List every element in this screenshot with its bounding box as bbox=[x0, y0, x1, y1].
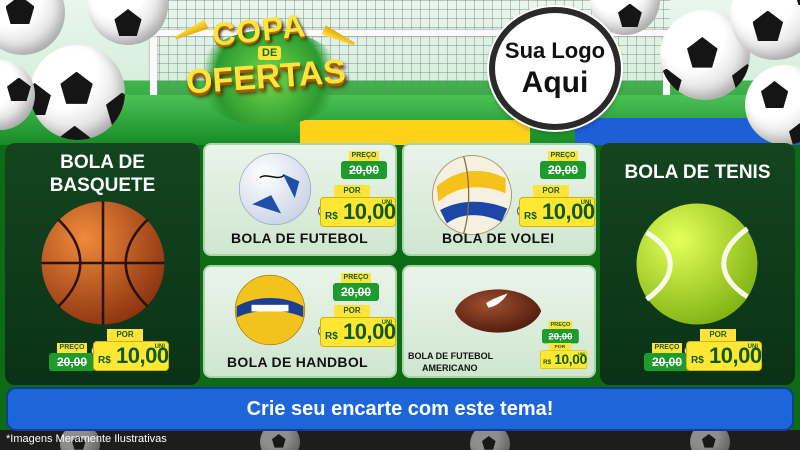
old-price-value: 20,00 bbox=[548, 330, 573, 342]
soccer-ball-icon bbox=[260, 430, 300, 450]
brand-logo-line1: Sua Logo bbox=[504, 37, 606, 63]
price-box: R$ 10,00 UNI bbox=[93, 341, 169, 371]
old-price: 20,00 bbox=[644, 353, 690, 371]
product-name: BOLA DE VOLEI bbox=[442, 230, 555, 246]
preco-label: PREÇO bbox=[652, 343, 682, 353]
por-label: POR bbox=[334, 305, 370, 317]
por-label: POR bbox=[548, 343, 571, 351]
price-box: R$ 10,00 UNI bbox=[320, 317, 396, 347]
soccer-ball-icon bbox=[238, 152, 312, 226]
price-box: R$ 10,00 UNI bbox=[686, 341, 762, 371]
price-tag: POR R$ 10,00 UNI bbox=[320, 305, 396, 349]
unit-label: UNI bbox=[578, 352, 585, 357]
soccer-ball-icon bbox=[0, 0, 65, 55]
product-name-line1: BOLA DE FUTEBOL bbox=[408, 351, 494, 361]
unit-label: UNI bbox=[580, 200, 591, 206]
product-name: BOLA DE HANDBOL bbox=[227, 354, 368, 370]
tennis-ball-icon bbox=[636, 203, 758, 325]
currency: R$ bbox=[325, 331, 338, 342]
old-price: 20,00 bbox=[333, 283, 379, 301]
currency: R$ bbox=[691, 355, 704, 366]
american-football-icon bbox=[454, 289, 542, 333]
price-box: R$ 10,00 UNI bbox=[320, 197, 396, 227]
old-price: 20,00 bbox=[540, 161, 586, 179]
product-name-line2: AMERICANO bbox=[422, 363, 478, 373]
product-name: BOLA DE TENIS bbox=[624, 162, 771, 183]
price-tag: POR R$ 10,00 UNI bbox=[686, 329, 762, 373]
unit-label: UNI bbox=[154, 344, 165, 350]
product-card-volei[interactable]: PREÇO 20,00 POR R$ 10,00 UNI BOLA DE VOL… bbox=[402, 143, 596, 256]
vuvuzela-icon bbox=[321, 25, 356, 48]
old-price: 20,00 bbox=[341, 161, 387, 179]
basketball-icon bbox=[41, 201, 165, 325]
old-price-tag: PREÇO 20,00 bbox=[341, 151, 387, 183]
old-price: 20,00 bbox=[542, 329, 579, 344]
unit-label: UNI bbox=[381, 200, 392, 206]
handball-icon bbox=[234, 274, 306, 346]
preco-label: PREÇO bbox=[349, 151, 379, 161]
product-panel-tenis[interactable]: BOLA DE TENIS PREÇO 20,00 POR R$ 10,00 U… bbox=[600, 143, 795, 385]
unit-label: UNI bbox=[747, 344, 758, 350]
vuvuzela-icon bbox=[173, 19, 208, 42]
soccer-ball-icon bbox=[30, 45, 125, 140]
old-price-value: 20,00 bbox=[340, 285, 372, 299]
por-label: POR bbox=[334, 185, 370, 197]
soccer-ball-icon bbox=[690, 430, 730, 450]
currency: R$ bbox=[543, 359, 552, 366]
price-tag: POR R$ 10,00 UNI bbox=[93, 329, 169, 373]
product-name: BOLA DE FUTEBOL AMERICANO bbox=[408, 350, 493, 374]
product-card-futebol-americano[interactable]: PREÇO 20,00 POR R$ 10,00 UNI BOLA DE FUT… bbox=[402, 265, 596, 378]
old-price-tag: PREÇO 20,00 bbox=[333, 273, 379, 305]
disclaimer-text: *Imagens Meramente Ilustrativas bbox=[6, 433, 167, 445]
preco-label: PREÇO bbox=[548, 151, 578, 161]
product-name: BOLA DE BASQUETE bbox=[49, 152, 156, 196]
unit-label: UNI bbox=[381, 320, 392, 326]
price-tag: POR R$ 10,00 UNI bbox=[540, 343, 587, 370]
currency: R$ bbox=[325, 211, 338, 222]
price-tag: POR R$ 10,00 UNI bbox=[320, 185, 396, 229]
old-price-value: 20,00 bbox=[547, 163, 579, 177]
product-card-handbol[interactable]: PREÇO 20,00 POR R$ 10,00 UNI BOLA DE HAN… bbox=[203, 265, 397, 378]
price-box: R$ 10,00 UNI bbox=[540, 350, 587, 370]
old-price-tag: PREÇO 20,00 bbox=[540, 151, 586, 183]
por-label: POR bbox=[107, 329, 143, 341]
old-price-tag: PREÇO 20,00 bbox=[49, 343, 95, 375]
por-label: POR bbox=[533, 185, 569, 197]
currency: R$ bbox=[98, 355, 111, 366]
volleyball-icon bbox=[432, 155, 512, 235]
campaign-logo: COPA DE OFERTAS bbox=[172, 4, 362, 132]
create-flyer-button[interactable]: Crie seu encarte com este tema! bbox=[6, 387, 794, 431]
product-name: BOLA DE FUTEBOL bbox=[231, 230, 368, 246]
product-panel-basquete[interactable]: BOLA DE BASQUETE PREÇO 20,00 POR R$ 10,0… bbox=[5, 143, 200, 385]
soccer-ball-icon bbox=[470, 430, 510, 450]
old-price-tag: PREÇO 20,00 bbox=[644, 343, 690, 375]
old-price: 20,00 bbox=[49, 353, 95, 371]
preco-label: PREÇO bbox=[341, 273, 371, 283]
preco-label: PREÇO bbox=[57, 343, 87, 353]
price-tag: POR R$ 10,00 UNI bbox=[519, 185, 595, 229]
old-price-value: 20,00 bbox=[651, 355, 683, 369]
old-price-value: 20,00 bbox=[56, 355, 88, 369]
stadium-header bbox=[0, 0, 800, 145]
price-box: R$ 10,00 UNI bbox=[519, 197, 595, 227]
brand-logo-line2: Aqui bbox=[521, 65, 589, 99]
old-price-value: 20,00 bbox=[348, 163, 380, 177]
preco-label: PREÇO bbox=[548, 321, 573, 329]
currency: R$ bbox=[524, 211, 537, 222]
product-card-futebol[interactable]: PREÇO 20,00 POR R$ 10,00 UNI BOLA DE FUT… bbox=[203, 143, 397, 256]
por-label: POR bbox=[700, 329, 736, 341]
brand-logo-placeholder[interactable]: Sua Logo Aqui bbox=[489, 7, 621, 130]
